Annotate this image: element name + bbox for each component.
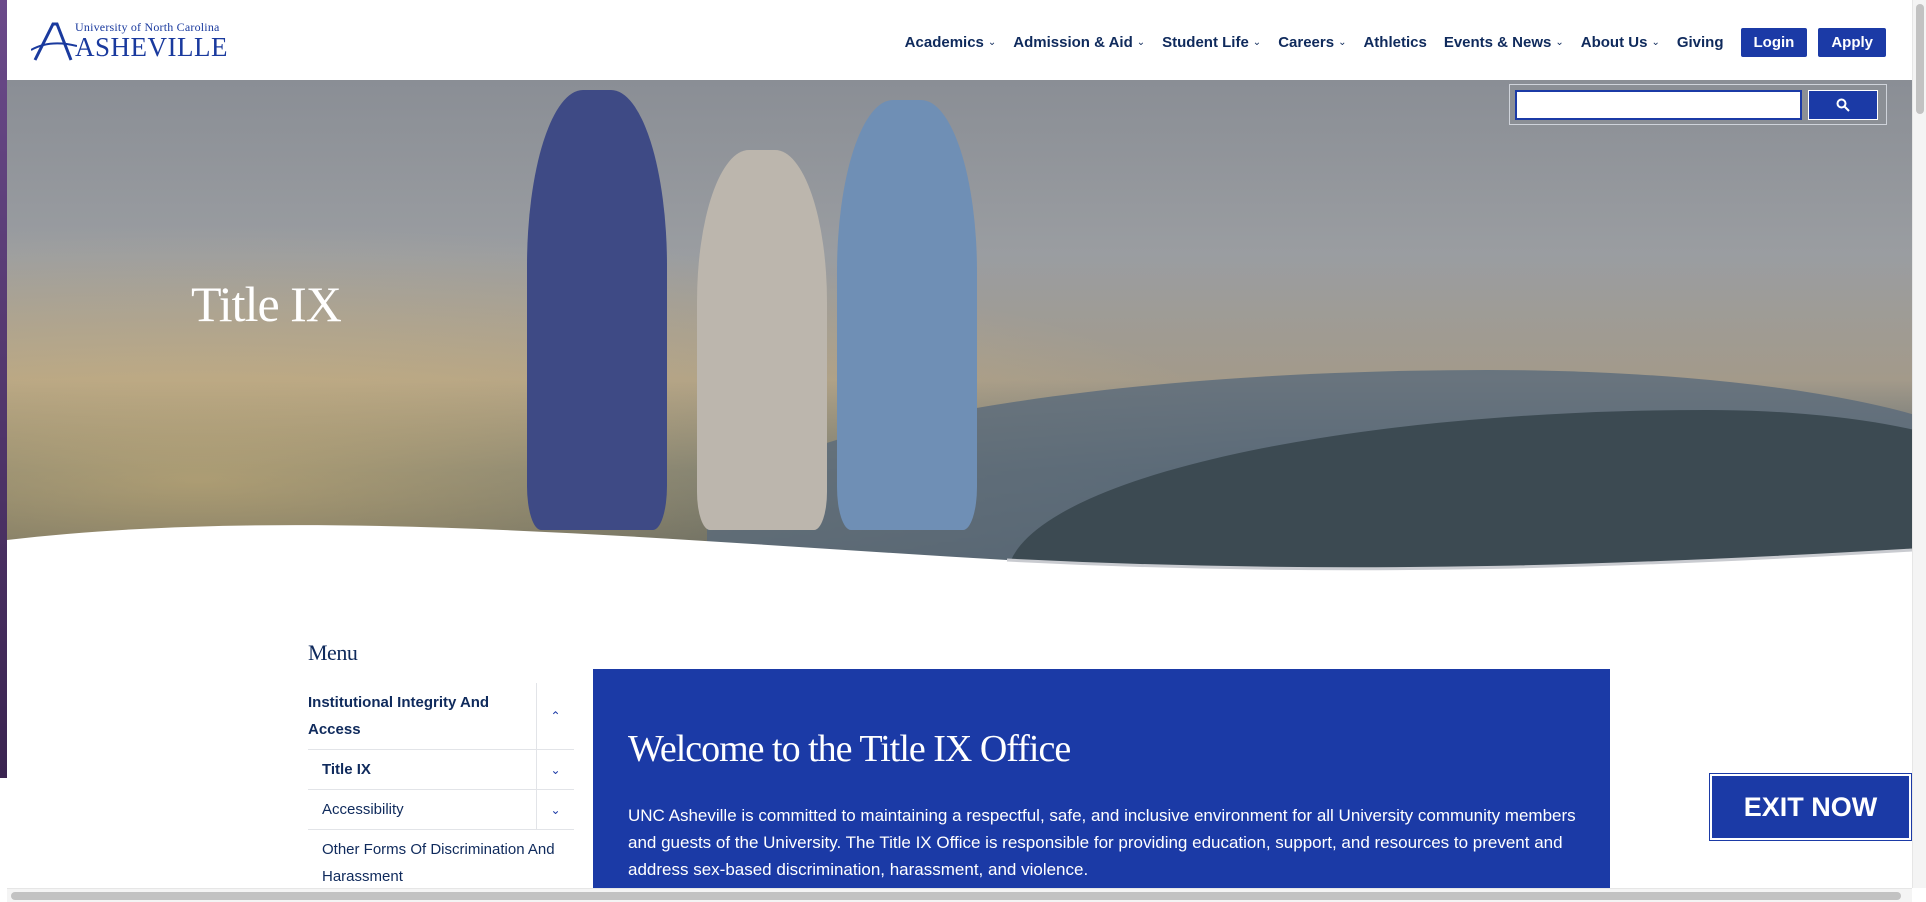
search-icon bbox=[1836, 98, 1850, 112]
logo-main-text: ASHEVILLE bbox=[75, 32, 228, 62]
nav-events-news[interactable]: Events & News ⌄ bbox=[1444, 34, 1564, 51]
hero-banner: Title IX bbox=[7, 80, 1912, 580]
nav-academics-label: Academics bbox=[904, 34, 984, 51]
chevron-down-icon[interactable]: ⌄ bbox=[536, 750, 574, 789]
hero-image-person bbox=[527, 90, 667, 530]
horizontal-scrollbar[interactable] bbox=[7, 888, 1912, 902]
welcome-title: Welcome to the Title IX Office bbox=[628, 728, 1071, 770]
chevron-down-icon: ⌄ bbox=[1252, 37, 1262, 48]
sidebar-item-accessibility[interactable]: Accessibility ⌄ bbox=[308, 790, 574, 830]
sidebar-item-label[interactable]: Accessibility bbox=[308, 790, 536, 829]
nav-careers-label: Careers bbox=[1278, 34, 1335, 51]
chevron-down-icon: ⌄ bbox=[987, 37, 997, 48]
hero-image-person bbox=[837, 100, 977, 530]
sidebar-item-title-ix[interactable]: Title IX ⌄ bbox=[308, 750, 574, 790]
logo-a-mark-icon bbox=[31, 22, 77, 61]
vertical-scrollbar[interactable] bbox=[1912, 0, 1926, 888]
sidebar-item-label[interactable]: Other Forms Of Discrimination And Harass… bbox=[308, 830, 574, 888]
sidebar-item-label[interactable]: Institutional Integrity And Access bbox=[308, 683, 536, 749]
sidebar-menu: Institutional Integrity And Access ⌃ Tit… bbox=[308, 683, 574, 888]
horizontal-scrollbar-thumb[interactable] bbox=[11, 892, 1901, 900]
page-title: Title IX bbox=[191, 276, 342, 332]
page: University of North Carolina ASHEVILLE A… bbox=[7, 0, 1912, 888]
nav-admission-aid-label: Admission & Aid bbox=[1013, 34, 1133, 51]
nav-about-us-label: About Us bbox=[1580, 34, 1648, 51]
nav-academics[interactable]: Academics ⌄ bbox=[905, 34, 997, 51]
site-search bbox=[1509, 84, 1887, 125]
menu-heading: Menu bbox=[308, 640, 358, 665]
hero-wave-divider bbox=[7, 525, 1912, 580]
nav-athletics[interactable]: Athletics bbox=[1363, 34, 1426, 51]
chevron-down-icon[interactable]: ⌄ bbox=[536, 790, 574, 829]
window-edge bbox=[0, 0, 7, 778]
chevron-up-icon[interactable]: ⌃ bbox=[536, 683, 574, 749]
chevron-down-icon: ⌄ bbox=[1651, 37, 1660, 48]
nav-about-us[interactable]: About Us ⌄ bbox=[1581, 34, 1660, 51]
nav-giving[interactable]: Giving bbox=[1677, 34, 1724, 51]
sidebar-item-institutional-integrity[interactable]: Institutional Integrity And Access ⌃ bbox=[308, 683, 574, 750]
main-nav: Academics ⌄ Admission & Aid ⌄ Student Life… bbox=[905, 28, 1912, 57]
nav-athletics-label: Athletics bbox=[1363, 34, 1427, 51]
search-button[interactable] bbox=[1808, 90, 1878, 120]
university-logo[interactable]: University of North Carolina ASHEVILLE bbox=[31, 18, 241, 62]
chevron-down-icon: ⌄ bbox=[1338, 37, 1347, 48]
chevron-down-icon: ⌄ bbox=[1555, 37, 1564, 48]
nav-events-news-label: Events & News bbox=[1443, 34, 1552, 51]
vertical-scrollbar-thumb[interactable] bbox=[1916, 4, 1924, 114]
login-button[interactable]: Login bbox=[1740, 28, 1808, 57]
chevron-down-icon: ⌄ bbox=[1136, 37, 1146, 48]
nav-admission-aid[interactable]: Admission & Aid ⌄ bbox=[1013, 34, 1145, 51]
exit-now-button[interactable]: EXIT NOW bbox=[1709, 773, 1912, 841]
nav-careers[interactable]: Careers ⌄ bbox=[1278, 34, 1346, 51]
welcome-panel: Welcome to the Title IX Office UNC Ashev… bbox=[593, 669, 1610, 888]
apply-button[interactable]: Apply bbox=[1818, 28, 1886, 57]
hero-image-person bbox=[697, 150, 827, 530]
welcome-text: UNC Asheville is committed to maintainin… bbox=[628, 806, 1576, 879]
sidebar-item-label[interactable]: Title IX bbox=[308, 750, 536, 789]
site-header: University of North Carolina ASHEVILLE A… bbox=[7, 0, 1912, 80]
nav-student-life[interactable]: Student Life ⌄ bbox=[1162, 34, 1261, 51]
sidebar-item-other-discrimination[interactable]: Other Forms Of Discrimination And Harass… bbox=[308, 830, 574, 888]
nav-student-life-label: Student Life bbox=[1162, 34, 1249, 51]
search-input[interactable] bbox=[1515, 90, 1802, 120]
nav-giving-label: Giving bbox=[1676, 34, 1724, 51]
